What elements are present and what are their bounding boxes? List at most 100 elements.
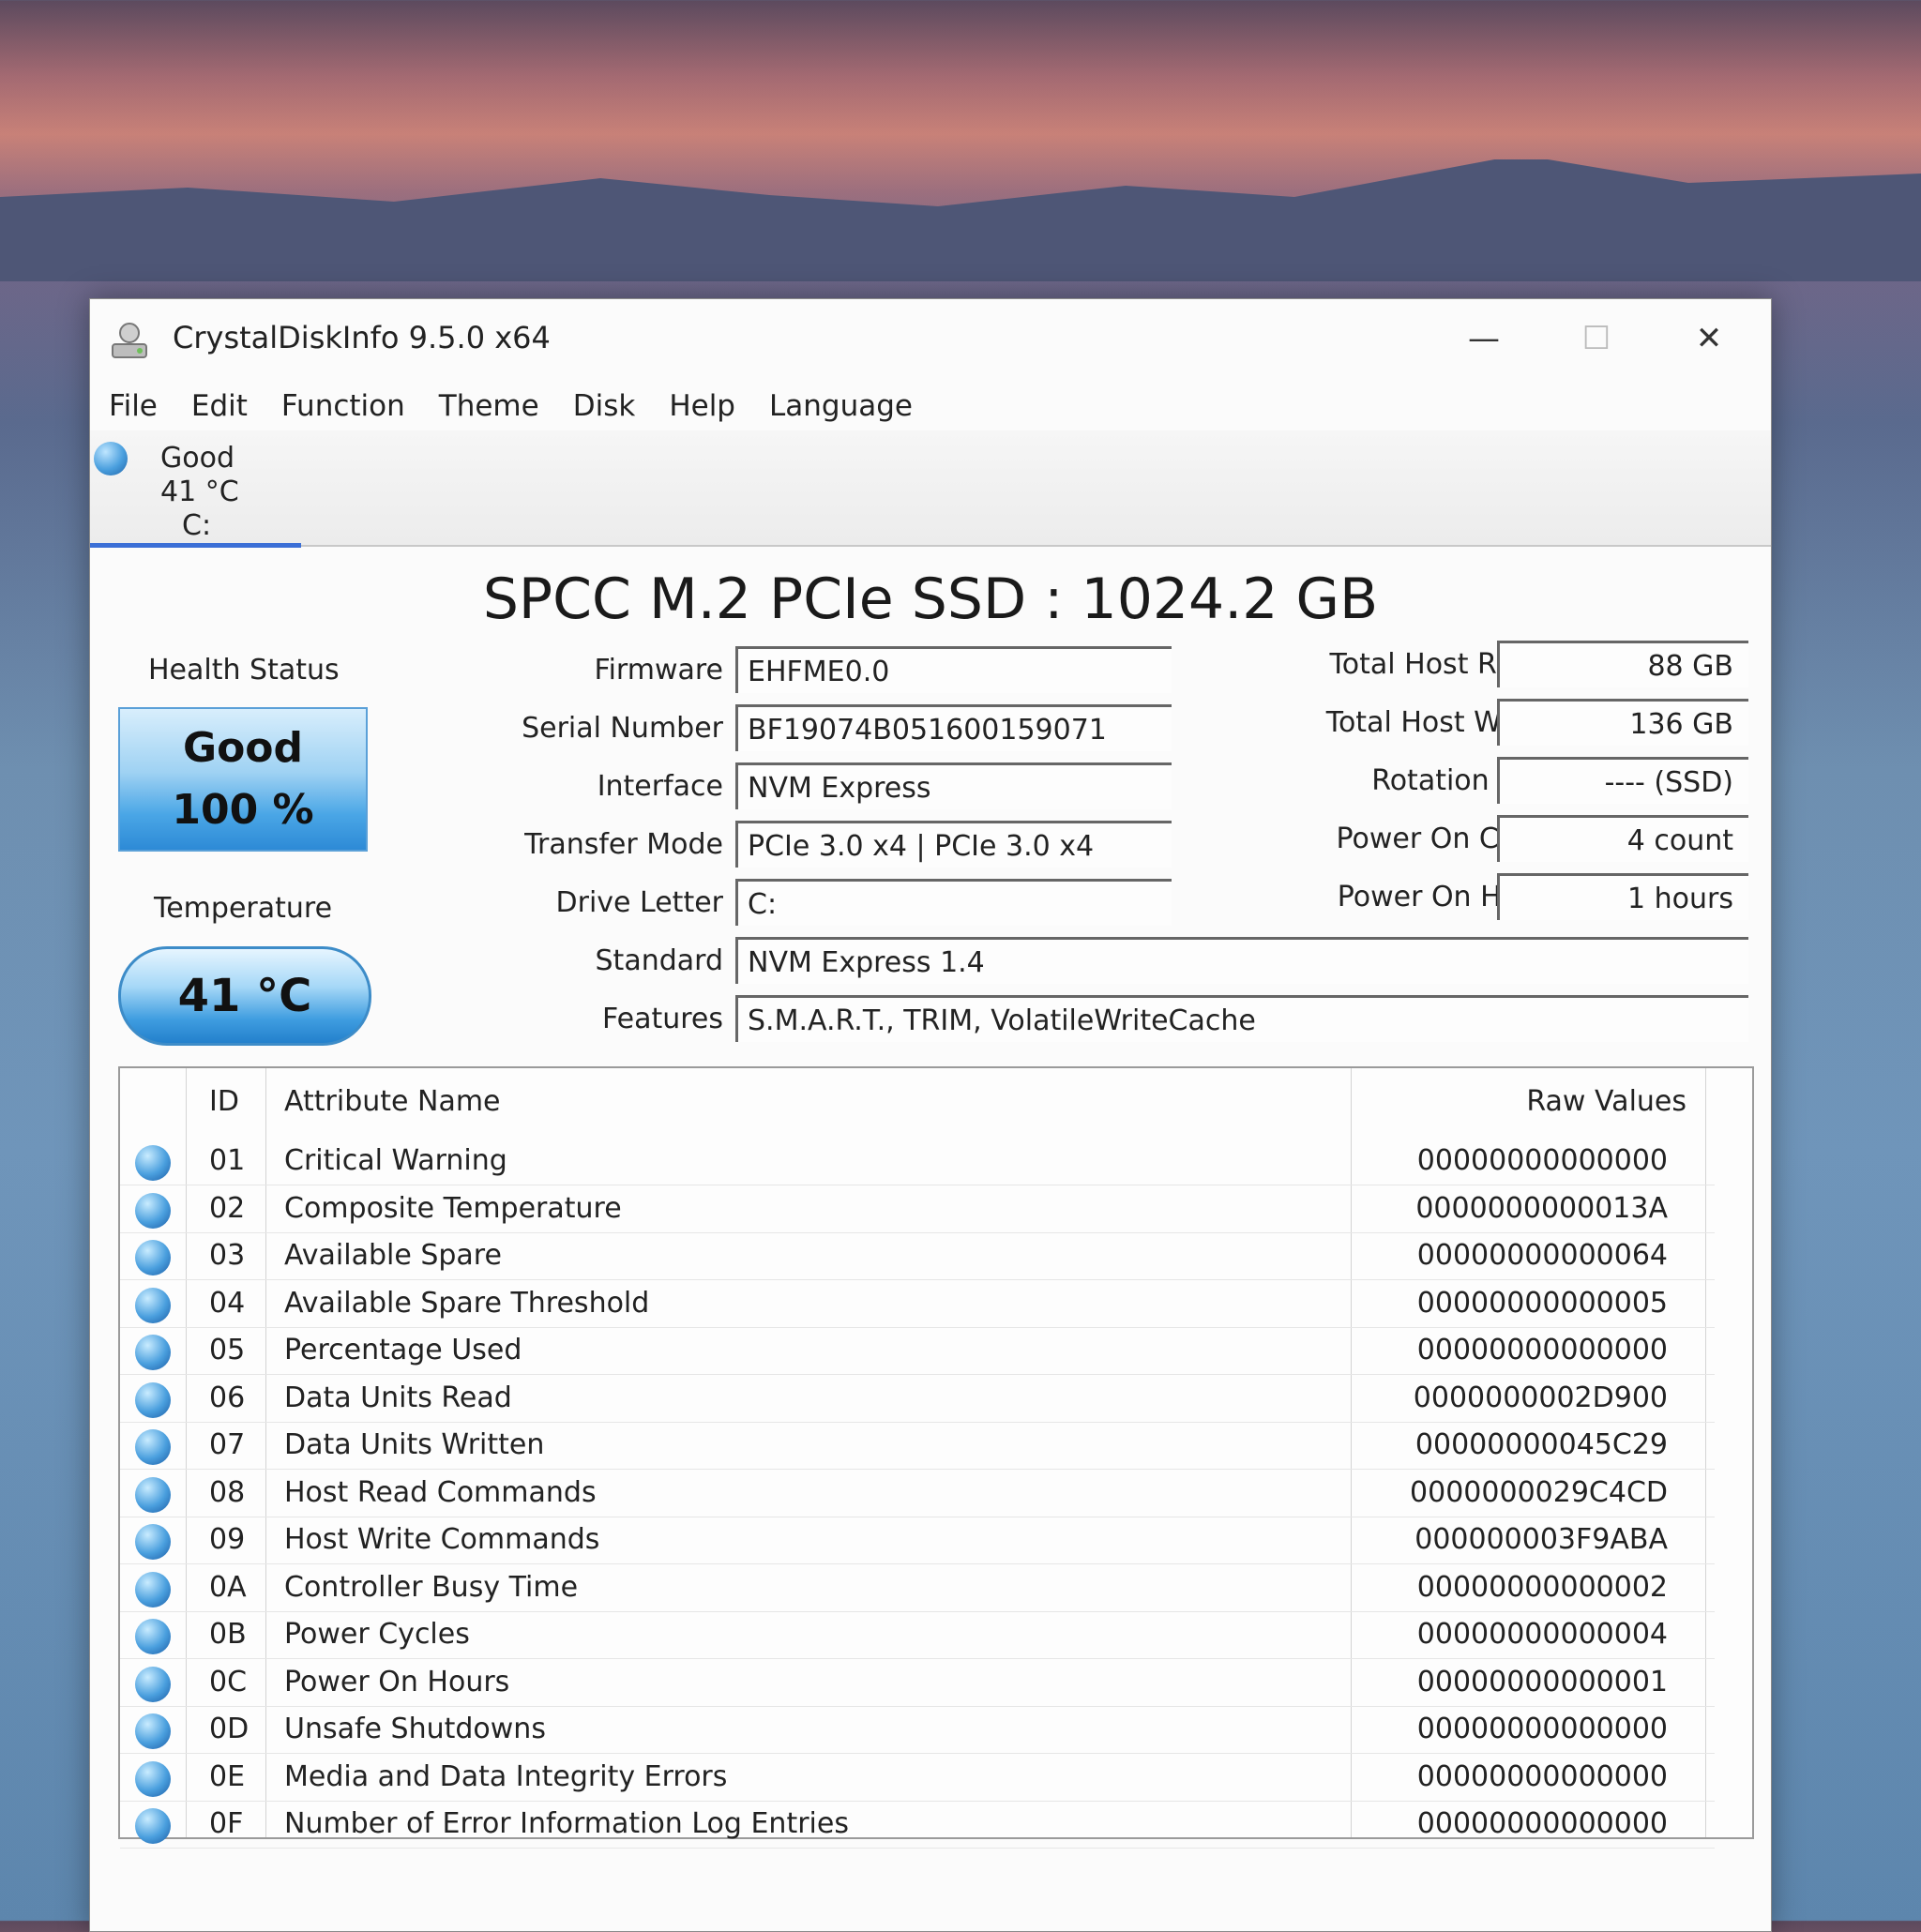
row-id: 07 <box>209 1428 246 1461</box>
standard-field: NVM Express 1.4 <box>735 937 1748 984</box>
close-button[interactable]: ✕ <box>1675 310 1743 367</box>
table-row[interactable]: 07 Data Units Written 00000000045C29 <box>120 1423 1715 1470</box>
table-row[interactable]: 0A Controller Busy Time 00000000000002 <box>120 1565 1715 1612</box>
row-attribute-name: Controller Busy Time <box>284 1570 579 1604</box>
row-raw-value: 000000003F9ABA <box>1414 1523 1668 1556</box>
row-attribute-name: Number of Error Information Log Entries <box>284 1807 849 1840</box>
status-dot-icon <box>135 1429 171 1465</box>
temperature-button[interactable]: 41 °C <box>118 946 371 1046</box>
row-attribute-name: Unsafe Shutdowns <box>284 1713 546 1745</box>
table-row[interactable]: 0F Number of Error Information Log Entrie… <box>120 1802 1715 1849</box>
rotation-rate-field: ---- (SSD) <box>1497 757 1748 804</box>
row-raw-value: 00000000000001 <box>1416 1665 1668 1698</box>
row-attribute-name: Data Units Read <box>284 1381 512 1414</box>
drive-selector-bar: Good 41 °C C: <box>90 430 1771 548</box>
row-id: 09 <box>209 1523 246 1556</box>
row-id: 05 <box>209 1334 246 1366</box>
table-row[interactable]: 05 Percentage Used 00000000000000 <box>120 1328 1715 1375</box>
serial-number-label: Serial Number <box>522 712 723 745</box>
table-row[interactable]: 04 Available Spare Threshold 0000000000000… <box>120 1281 1715 1328</box>
total-host-writes-field: 136 GB <box>1497 699 1748 746</box>
menu-file[interactable]: File <box>109 384 174 429</box>
row-id: 03 <box>209 1239 246 1272</box>
row-id: 0C <box>209 1665 248 1698</box>
row-raw-value: 00000000000000 <box>1416 1759 1668 1793</box>
desktop-mountains <box>0 159 1921 281</box>
row-attribute-name: Host Read Commands <box>284 1475 597 1509</box>
status-dot-icon <box>135 1808 171 1844</box>
minimize-button[interactable]: — <box>1450 310 1518 367</box>
app-disk-icon <box>112 323 147 358</box>
row-id: 04 <box>209 1286 246 1320</box>
status-dot-icon <box>135 1145 171 1181</box>
row-raw-value: 00000000000000 <box>1416 1144 1668 1177</box>
row-raw-value: 00000000000064 <box>1416 1239 1668 1272</box>
row-attribute-name: Data Units Written <box>284 1428 545 1461</box>
menu-edit[interactable]: Edit <box>174 384 265 429</box>
table-row[interactable]: 03 Available Spare 00000000000064 <box>120 1233 1715 1280</box>
status-dot-icon <box>135 1760 171 1797</box>
status-dot-icon <box>135 1571 171 1607</box>
smart-attributes-table[interactable]: ID Attribute Name Raw Values 01 Critical … <box>118 1066 1754 1849</box>
row-attribute-name: Critical Warning <box>284 1144 507 1177</box>
title-bar[interactable]: CrystalDiskInfo 9.5.0 x64 — ☐ ✕ <box>90 299 1771 385</box>
row-raw-value: 00000000045C29 <box>1414 1428 1668 1461</box>
row-id: 0E <box>209 1759 246 1793</box>
row-raw-value: 00000000000002 <box>1416 1570 1668 1604</box>
table-row[interactable]: 06 Data Units Read 0000000002D900 <box>120 1376 1715 1423</box>
row-raw-value: 00000000000000 <box>1416 1713 1668 1745</box>
row-attribute-name: Power On Hours <box>284 1665 510 1698</box>
health-status-button[interactable]: Good 100 % <box>118 707 368 852</box>
drive-tab-c[interactable]: Good 41 °C C: <box>90 430 301 548</box>
table-row[interactable]: 02 Composite Temperature 0000000000013A <box>120 1186 1715 1233</box>
header-attribute-name[interactable]: Attribute Name <box>284 1085 501 1118</box>
row-id: 08 <box>209 1475 246 1509</box>
row-attribute-name: Composite Temperature <box>284 1191 622 1225</box>
status-dot-icon <box>135 1381 171 1418</box>
disk-model-title: SPCC M.2 PCIe SSD : 1024.2 GB <box>482 566 1379 632</box>
maximize-button[interactable]: ☐ <box>1563 310 1630 367</box>
status-dot-icon <box>135 1192 171 1229</box>
row-attribute-name: Power Cycles <box>284 1618 470 1651</box>
drive-letter-label: Drive Letter <box>555 886 723 919</box>
menu-help[interactable]: Help <box>652 384 752 429</box>
header-id[interactable]: ID <box>209 1085 239 1118</box>
status-dot-icon <box>135 1713 171 1749</box>
row-attribute-name: Available Spare Threshold <box>284 1286 650 1320</box>
row-id: 0B <box>209 1618 247 1651</box>
window-title: CrystalDiskInfo 9.5.0 x64 <box>173 320 551 355</box>
temperature-label: Temperature <box>154 892 333 925</box>
table-row[interactable]: 0B Power Cycles 00000000000004 <box>120 1612 1715 1659</box>
interface-label: Interface <box>597 770 723 803</box>
header-raw-values[interactable]: Raw Values <box>1526 1085 1687 1118</box>
menu-disk[interactable]: Disk <box>556 384 653 429</box>
table-row[interactable]: 01 Critical Warning 00000000000000 <box>120 1139 1715 1185</box>
transfer-mode-field: PCIe 3.0 x4 | PCIe 3.0 x4 <box>735 821 1172 868</box>
row-raw-value: 00000000000005 <box>1416 1286 1668 1320</box>
row-divider <box>120 1848 1715 1849</box>
standard-label: Standard <box>595 944 723 977</box>
table-row[interactable]: 0C Power On Hours 00000000000001 <box>120 1660 1715 1707</box>
transfer-mode-label: Transfer Mode <box>524 828 723 861</box>
row-attribute-name: Available Spare <box>284 1239 502 1272</box>
menu-theme[interactable]: Theme <box>422 384 556 429</box>
menu-function[interactable]: Function <box>265 384 422 429</box>
firmware-label: Firmware <box>594 654 724 687</box>
table-row[interactable]: 0E Media and Data Integrity Errors 0000000… <box>120 1755 1715 1802</box>
table-row[interactable]: 0D Unsafe Shutdowns 00000000000000 <box>120 1707 1715 1754</box>
row-raw-value: 0000000029C4CD <box>1410 1475 1668 1509</box>
interface-field: NVM Express <box>735 762 1172 809</box>
status-dot-icon <box>135 1240 171 1275</box>
row-raw-value: 00000000000000 <box>1416 1334 1668 1366</box>
table-row[interactable]: 09 Host Write Commands 000000003F9ABA <box>120 1517 1715 1564</box>
row-raw-value: 0000000002D900 <box>1413 1381 1668 1414</box>
table-row[interactable]: 08 Host Read Commands 0000000029C4CD <box>120 1471 1715 1517</box>
health-status-value: Good <box>182 724 304 772</box>
menu-language[interactable]: Language <box>752 384 930 429</box>
drive-tab-letter: C: <box>182 509 212 542</box>
status-dot-icon <box>135 1619 171 1654</box>
row-id: 0D <box>209 1713 250 1745</box>
menu-bar: File Edit Function Theme Disk Help Langu… <box>109 384 930 429</box>
row-attribute-name: Percentage Used <box>284 1334 522 1366</box>
row-attribute-name: Media and Data Integrity Errors <box>284 1759 728 1793</box>
